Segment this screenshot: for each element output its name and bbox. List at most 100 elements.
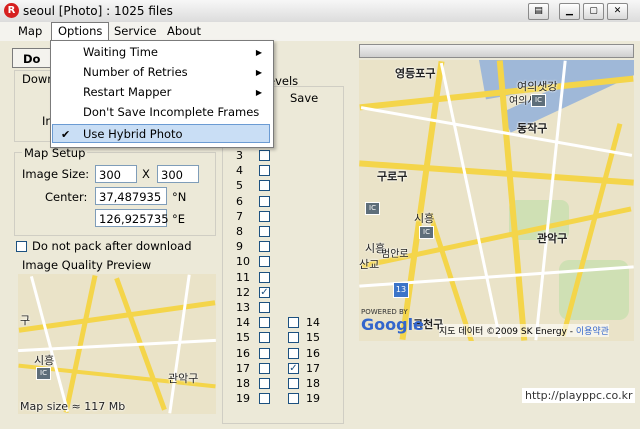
save-level-number: 18 [306,377,320,390]
copyright-text: 지도 데이터 ©2009 SK Energy - [439,327,576,337]
menu-map[interactable]: Map [12,23,48,40]
level-number: 11 [236,270,250,284]
menu-item-use-hybrid-photo[interactable]: ✔ Use Hybrid Photo [52,124,270,143]
download-level-checkbox[interactable] [259,393,270,405]
map-label: 산교 [359,258,380,271]
map-label: 관악구 [537,232,568,245]
download-level-checkbox[interactable] [259,150,270,161]
level-number: 19 [236,392,250,406]
preview-map-label: 구 [20,314,31,327]
latitude-input[interactable]: 37,487935 [95,187,167,205]
level-number: 12 [236,285,250,299]
save-level-checkbox[interactable] [288,317,299,329]
google-logo: Google [361,315,424,334]
watermark: http://playppc.co.kr [522,388,636,403]
terms-link[interactable]: 이용약관 [576,327,609,337]
no-pack-label: Do not pack after download [32,239,192,253]
download-level-checkbox[interactable] [259,271,270,283]
save-level-checkbox[interactable] [288,332,299,344]
menu-item-label: Waiting Time [83,45,158,59]
menu-item-label: Number of Retries [83,65,188,79]
download-level-checkbox[interactable] [259,332,270,344]
preview-title: Image Quality Preview [22,258,152,272]
level-number: 17 [236,361,250,375]
menu-item-dont-save-incomplete[interactable]: Don't Save Incomplete Frames [52,103,270,122]
title-bar: R seoul [Photo] : 1025 files ▤ ▁ ▢ ✕ [0,0,640,23]
ic-icon: IC [419,226,434,239]
save-level-number: 14 [306,316,320,330]
submenu-arrow-icon: ▶ [255,88,262,97]
submenu-arrow-icon: ▶ [255,48,262,57]
download-level-checkbox[interactable] [259,378,270,389]
download-level-checkbox[interactable] [259,210,270,222]
image-width-input[interactable]: 300 [95,165,137,183]
menu-item-label: Use Hybrid Photo [83,127,183,141]
preview-map-label: 관악구 [168,372,199,385]
route-badge-icon: 13 [393,282,409,298]
download-level-checkbox[interactable] [259,362,270,374]
save-level-checkbox[interactable]: ✓ [288,362,299,374]
no-pack-checkbox[interactable] [16,241,27,252]
level-number: 15 [236,331,250,345]
menu-item-waiting-time[interactable]: Waiting Time ▶ [52,43,270,62]
close-icon[interactable]: ✕ [607,3,628,20]
map-label: 구로구 [377,170,408,183]
level-number: 3 [236,149,243,162]
map-label: 영등포구 [395,67,436,80]
download-level-checkbox[interactable] [259,347,270,359]
progress-bar [359,44,634,58]
download-level-checkbox[interactable] [259,195,270,207]
save-level-number: 17 [306,361,320,375]
help-icon[interactable]: ▤ [528,3,549,20]
download-level-checkbox[interactable] [259,165,270,177]
level-number: 13 [236,301,250,314]
menu-about[interactable]: About [161,23,207,40]
download-level-checkbox[interactable]: ✓ [259,286,270,298]
map-size-label: Map size ≈ 117 Mb [20,400,126,413]
ic-icon: IC [36,367,51,380]
menu-options[interactable]: Options [51,22,110,40]
x-label: X [142,167,150,181]
map-label: 동작구 [517,122,548,135]
save-level-checkbox[interactable] [288,378,299,389]
download-level-checkbox[interactable] [259,256,270,268]
level-number: 9 [236,240,243,254]
app-icon[interactable]: R [4,3,19,18]
longitude-unit: °E [172,212,186,226]
main-map[interactable]: 영등포구 여의샛강 여의서로 IC 동작구 구로구 IC 시흥 IC 관악구 시… [359,60,634,341]
menu-item-number-of-retries[interactable]: Number of Retries ▶ [52,63,270,82]
save-level-checkbox[interactable] [288,393,299,405]
level-number: 8 [236,225,243,238]
latitude-unit: °N [172,190,187,204]
menu-item-label: Don't Save Incomplete Frames [83,105,260,119]
image-size-label: Image Size: [22,167,90,181]
download-level-checkbox[interactable] [259,241,270,253]
menu-item-restart-mapper[interactable]: Restart Mapper ▶ [52,83,270,102]
map-label: 시흥 [414,212,435,225]
maximize-icon[interactable]: ▢ [583,3,604,20]
save-level-number: 15 [306,331,320,345]
download-level-checkbox[interactable] [259,226,270,237]
save-level-checkbox[interactable] [288,347,299,359]
level-number: 16 [236,346,250,360]
save-level-number: 19 [306,392,320,406]
download-level-checkbox[interactable] [259,302,270,313]
save-column-label: Save [290,91,319,105]
level-number: 4 [236,164,243,178]
level-number: 7 [236,209,243,223]
minimize-icon[interactable]: ▁ [559,3,580,20]
level-number: 18 [236,377,250,390]
image-height-input[interactable]: 300 [157,165,199,183]
menu-service[interactable]: Service [108,23,163,40]
level-number: 10 [236,255,250,269]
download-level-checkbox[interactable] [259,180,270,192]
center-label: Center: [45,190,88,204]
map-copyright: 지도 데이터 ©2009 SK Energy - 이용약관 [439,324,609,337]
options-menu: Waiting Time ▶ Number of Retries ▶ Resta… [50,40,274,148]
download-level-checkbox[interactable] [259,317,270,329]
longitude-input[interactable]: 126,925735 [95,209,169,227]
ic-icon: IC [365,202,380,215]
preview-map-label: 시흥 [34,354,55,367]
ic-icon: IC [531,94,546,107]
level-number: 14 [236,316,250,330]
